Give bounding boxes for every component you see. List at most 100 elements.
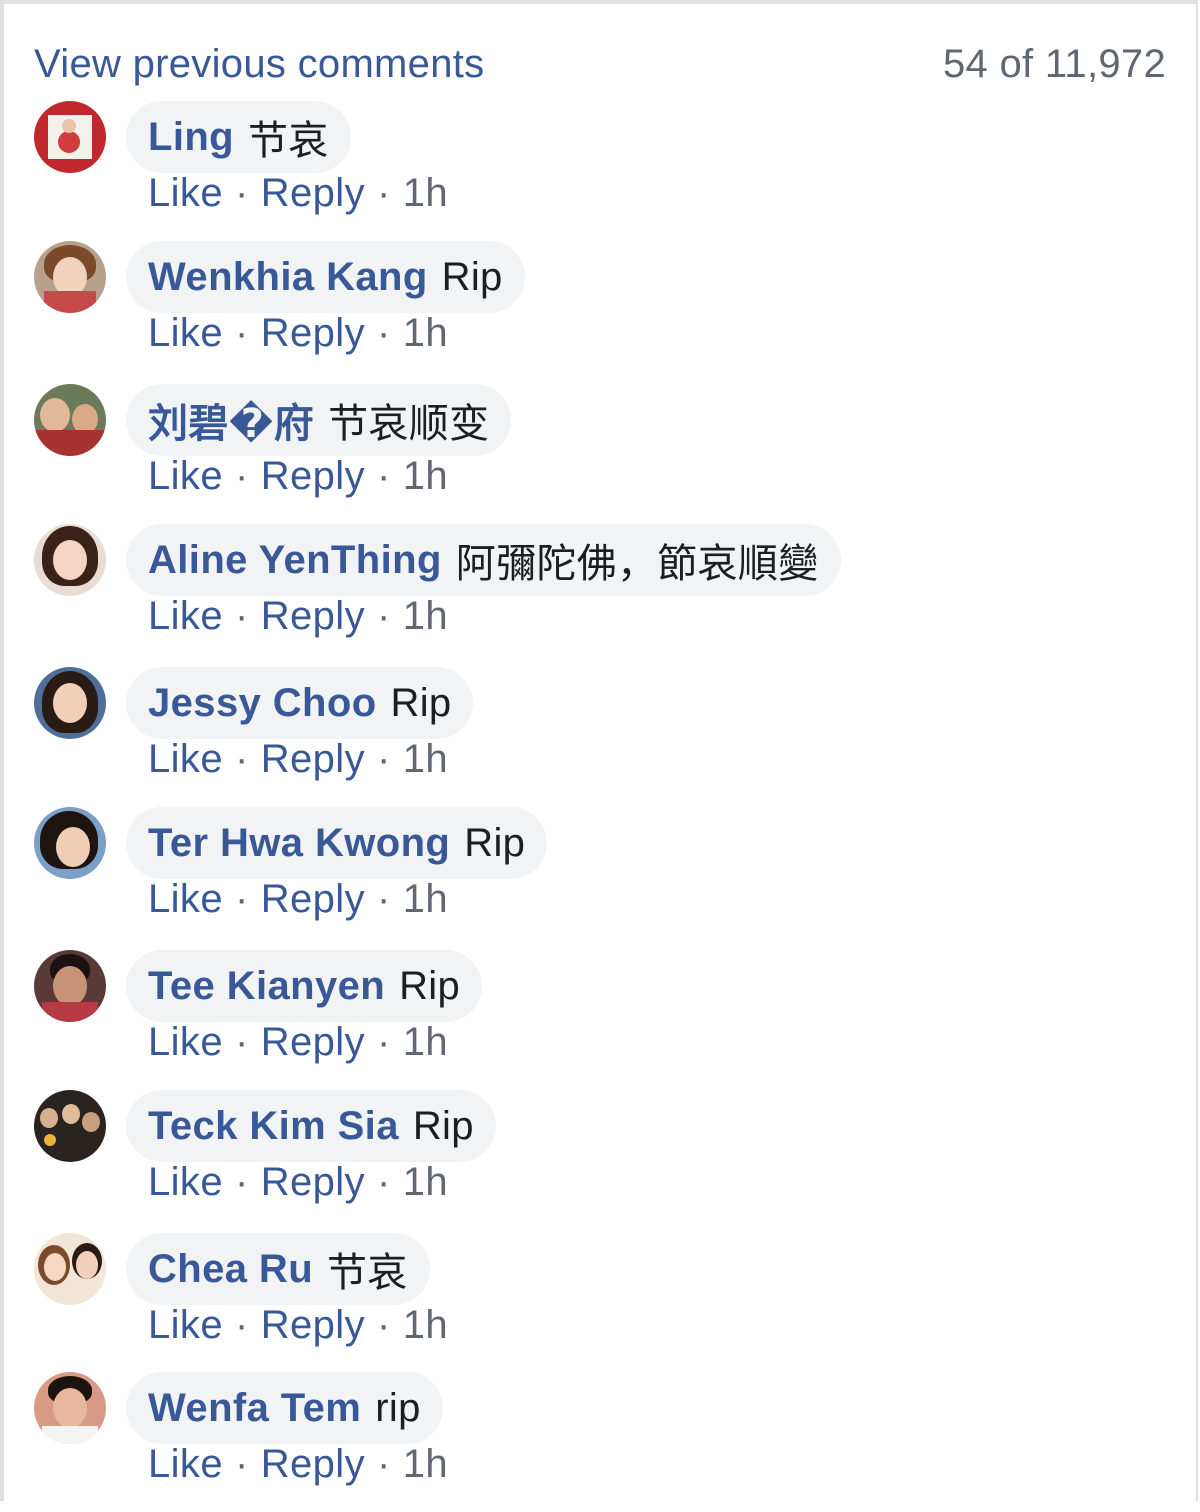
comment-author[interactable]: 刘碧�府 xyxy=(148,391,314,449)
like-button[interactable]: Like xyxy=(148,454,223,498)
comment-author[interactable]: Ter Hwa Kwong xyxy=(148,821,450,866)
separator-dot: · xyxy=(376,737,391,781)
reply-button[interactable]: Reply xyxy=(261,1442,365,1486)
separator-dot: · xyxy=(376,454,391,498)
reply-button[interactable]: Reply xyxy=(261,594,365,638)
comment-actions: Like · Reply · 1h xyxy=(148,877,448,922)
separator-dot: · xyxy=(234,594,249,638)
comment-author[interactable]: Teck Kim Sia xyxy=(148,1104,399,1149)
comment-text: 节哀 xyxy=(327,1251,408,1295)
avatar[interactable] xyxy=(34,384,106,456)
avatar[interactable] xyxy=(34,241,106,313)
comment-bubble: Ter Hwa Kwong Rip xyxy=(126,807,548,879)
comment-bubble: Aline YenThing 阿彌陀佛，節哀順變 xyxy=(126,524,841,596)
reply-button[interactable]: Reply xyxy=(261,1160,365,1204)
comment-timestamp[interactable]: 1h xyxy=(403,1160,448,1204)
comment-author[interactable]: Chea Ru xyxy=(148,1247,313,1292)
comment-author[interactable]: Wenkhia Kang xyxy=(148,255,428,300)
separator-dot: · xyxy=(376,1303,391,1347)
comment-timestamp[interactable]: 1h xyxy=(403,454,448,498)
comment-actions: Like · Reply · 1h xyxy=(148,1020,448,1065)
comment-bubble: Chea Ru 节哀 xyxy=(126,1233,430,1305)
like-button[interactable]: Like xyxy=(148,1303,223,1347)
comment-item: Aline YenThing 阿彌陀佛，節哀順變 Like · Reply · 1h xyxy=(34,524,1164,664)
separator-dot: · xyxy=(234,454,249,498)
comment-text: 节哀 xyxy=(248,119,329,163)
comment-timestamp[interactable]: 1h xyxy=(403,1442,448,1486)
separator-dot: · xyxy=(376,1160,391,1204)
comment-text: 节哀顺变 xyxy=(328,402,490,446)
comment-timestamp[interactable]: 1h xyxy=(403,1020,448,1064)
like-button[interactable]: Like xyxy=(148,1442,223,1486)
comment-author[interactable]: Wenfa Tem xyxy=(148,1386,361,1431)
comment-text: rip xyxy=(375,1385,421,1430)
comment-text: Rip xyxy=(399,963,460,1008)
comment-actions: Like · Reply · 1h xyxy=(148,454,448,499)
separator-dot: · xyxy=(234,171,249,215)
avatar[interactable] xyxy=(34,524,106,596)
like-button[interactable]: Like xyxy=(148,311,223,355)
separator-dot: · xyxy=(376,1442,391,1486)
like-button[interactable]: Like xyxy=(148,1020,223,1064)
separator-dot: · xyxy=(234,737,249,781)
reply-button[interactable]: Reply xyxy=(261,877,365,921)
avatar[interactable] xyxy=(34,1372,106,1444)
avatar[interactable] xyxy=(34,1090,106,1162)
comment-actions: Like · Reply · 1h xyxy=(148,594,448,639)
comment-text: Rip xyxy=(390,680,452,725)
separator-dot: · xyxy=(234,311,249,355)
avatar[interactable] xyxy=(34,950,106,1022)
comment-actions: Like · Reply · 1h xyxy=(148,311,448,356)
like-button[interactable]: Like xyxy=(148,594,223,638)
avatar[interactable] xyxy=(34,101,106,173)
comment-bubble: Ling 节哀 xyxy=(126,101,351,173)
reply-button[interactable]: Reply xyxy=(261,311,365,355)
comment-item: Chea Ru 节哀 Like · Reply · 1h xyxy=(34,1233,1164,1373)
comment-author[interactable]: Tee Kianyen xyxy=(148,964,385,1009)
avatar[interactable] xyxy=(34,667,106,739)
comment-author[interactable]: Aline YenThing xyxy=(148,538,442,583)
avatar[interactable] xyxy=(34,807,106,879)
comment-timestamp[interactable]: 1h xyxy=(403,737,448,781)
separator-dot: · xyxy=(234,1303,249,1347)
like-button[interactable]: Like xyxy=(148,877,223,921)
comment-bubble: Jessy Choo Rip xyxy=(126,667,474,739)
comment-bubble: Wenfa Tem rip xyxy=(126,1372,443,1444)
avatar[interactable] xyxy=(34,1233,106,1305)
like-button[interactable]: Like xyxy=(148,737,223,781)
comment-item: Tee Kianyen Rip Like · Reply · 1h xyxy=(34,950,1164,1090)
reply-button[interactable]: Reply xyxy=(261,1303,365,1347)
comment-text: 阿彌陀佛，節哀順變 xyxy=(455,542,819,586)
comment-item: Wenkhia Kang Rip Like · Reply · 1h xyxy=(34,241,1164,381)
view-previous-comments-link[interactable]: View previous comments xyxy=(34,42,485,87)
comment-bubble: Tee Kianyen Rip xyxy=(126,950,482,1022)
comment-author[interactable]: Ling xyxy=(148,115,234,160)
comment-count: 54 of 11,972 xyxy=(942,42,1166,86)
comment-actions: Like · Reply · 1h xyxy=(148,1442,448,1487)
comment-timestamp[interactable]: 1h xyxy=(403,171,448,215)
comment-timestamp[interactable]: 1h xyxy=(403,877,448,921)
reply-button[interactable]: Reply xyxy=(261,454,365,498)
comment-item: Ling 节哀 Like · Reply · 1h xyxy=(34,101,1164,241)
reply-button[interactable]: Reply xyxy=(261,737,365,781)
comment-item: Teck Kim Sia Rip Like · Reply · 1h xyxy=(34,1090,1164,1230)
comment-bubble: Wenkhia Kang Rip xyxy=(126,241,525,313)
comment-timestamp[interactable]: 1h xyxy=(403,594,448,638)
reply-button[interactable]: Reply xyxy=(261,171,365,215)
comment-text: Rip xyxy=(464,820,526,865)
comment-actions: Like · Reply · 1h xyxy=(148,737,448,782)
comment-item: Wenfa Tem rip Like · Reply · 1h xyxy=(34,1372,1164,1512)
comment-bubble: 刘碧�府 节哀顺变 xyxy=(126,384,512,456)
comment-author[interactable]: Jessy Choo xyxy=(148,681,377,726)
comment-actions: Like · Reply · 1h xyxy=(148,1303,448,1348)
like-button[interactable]: Like xyxy=(148,171,223,215)
separator-dot: · xyxy=(234,1442,249,1486)
comments-header: View previous comments 54 of 11,972 xyxy=(34,42,1166,92)
like-button[interactable]: Like xyxy=(148,1160,223,1204)
reply-button[interactable]: Reply xyxy=(261,1020,365,1064)
comment-timestamp[interactable]: 1h xyxy=(403,311,448,355)
comment-item: Jessy Choo Rip Like · Reply · 1h xyxy=(34,667,1164,807)
separator-dot: · xyxy=(234,1160,249,1204)
separator-dot: · xyxy=(376,594,391,638)
comment-timestamp[interactable]: 1h xyxy=(403,1303,448,1347)
